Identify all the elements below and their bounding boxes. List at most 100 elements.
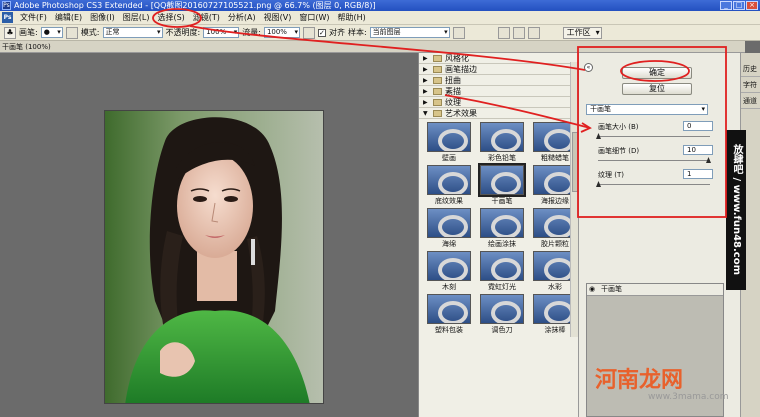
menu-file[interactable]: 文件(F) <box>16 11 51 25</box>
mode-label: 模式: <box>80 28 100 37</box>
align-checkbox[interactable]: ✓ <box>317 28 326 37</box>
title-bar: Ps Adobe Photoshop CS3 Extended - [QQ截图2… <box>0 0 760 11</box>
effect-layer-label: 干画笔 <box>601 285 622 293</box>
mode-select[interactable]: 正常 <box>102 27 163 38</box>
ok-button[interactable]: 确定 <box>622 67 692 79</box>
eye-icon[interactable]: ◉ <box>589 285 598 293</box>
filter-thumbnail-label: 塑料包装 <box>435 326 463 334</box>
expand-arrow-icon: ▶ <box>423 87 428 95</box>
reset-button[interactable]: 复位 <box>622 83 692 95</box>
filter-thumbnail[interactable]: 塑料包装 <box>424 294 474 335</box>
filter-preview-image <box>427 251 471 281</box>
ignore-adjustment-icon[interactable] <box>452 26 465 39</box>
folder-icon <box>433 76 442 84</box>
filter-thumbnail[interactable]: 绘画涂抹 <box>477 208 527 249</box>
menu-edit[interactable]: 编辑(E) <box>51 11 86 25</box>
filter-gallery: ▶ 风格化 ▶ 画笔描边 ▶ 扭曲 ▶ 素描 ▶ 纹理 ▼ 艺术效果 壁画 彩色铅笔 粗糙蜡笔底… <box>418 53 578 417</box>
filter-thumbnail-label: 壁画 <box>442 154 456 162</box>
brush-detail-input[interactable]: 10 <box>683 145 713 155</box>
workspace-button[interactable]: 工作区 <box>562 26 602 39</box>
menu-layer[interactable]: 图层(L) <box>119 11 154 25</box>
category-artistic[interactable]: ▼ 艺术效果 <box>419 108 578 119</box>
brush-detail-param: 画笔细节 (D) 10 <box>593 145 713 167</box>
maximize-button[interactable]: □ <box>733 1 745 10</box>
window-title: Adobe Photoshop CS3 Extended - [QQ截图2016… <box>14 1 376 10</box>
vertical-watermark: 放肆吧 / www.fun48.com <box>726 130 746 290</box>
category-brush-strokes[interactable]: ▶ 画笔描边 <box>419 64 578 75</box>
filter-thumbnail-label: 干画笔 <box>491 197 513 205</box>
palette-tab-channels[interactable]: 通道 <box>741 93 760 109</box>
opacity-input[interactable]: 100% <box>203 27 240 38</box>
filter-preview-image <box>480 294 524 324</box>
palette-well-icon-1[interactable] <box>497 26 510 39</box>
filter-thumbnail[interactable]: 木刻 <box>424 251 474 292</box>
palette-tab-character[interactable]: 字符 <box>741 77 760 93</box>
filter-thumbnail-label: 粗糙蜡笔 <box>541 154 569 162</box>
menu-window[interactable]: 窗口(W) <box>295 11 333 25</box>
filter-thumbnail[interactable]: 海绵 <box>424 208 474 249</box>
minimize-button[interactable]: _ <box>720 1 732 10</box>
effect-layer-row[interactable]: ◉ 干画笔 <box>587 284 723 296</box>
filter-preview-image <box>427 165 471 195</box>
filter-preview-image <box>427 122 471 152</box>
stamp-tool-icon[interactable]: ♣ <box>4 26 16 39</box>
category-sketch[interactable]: ▶ 素描 <box>419 86 578 97</box>
brush-size-slider[interactable] <box>598 136 710 137</box>
palette-well-icon-2[interactable] <box>512 26 525 39</box>
filter-thumbnail[interactable]: 壁画 <box>424 122 474 163</box>
airbrush-icon[interactable] <box>302 26 315 39</box>
filter-preview-image <box>478 163 526 197</box>
category-label: 纹理 <box>445 97 461 107</box>
category-label: 素描 <box>445 86 461 96</box>
brush-picker[interactable]: ● <box>40 27 63 38</box>
filter-preview-image <box>480 251 524 281</box>
palette-tab-history[interactable]: 历史 <box>741 61 760 77</box>
flow-input[interactable]: 100% <box>263 27 300 38</box>
filter-thumbnail[interactable]: 调色刀 <box>477 294 527 335</box>
filter-thumbnail-grid: 壁画 彩色铅笔 粗糙蜡笔 底纹效果 干画笔 海报边缘 海绵 绘画涂抹 胶片颗粒 木刻 霓虹灯光 水彩塑… <box>419 119 578 335</box>
close-button[interactable]: × <box>746 1 758 10</box>
category-label: 风格化 <box>445 53 469 63</box>
texture-slider[interactable] <box>598 184 710 185</box>
flow-label: 流量: <box>242 28 261 37</box>
filter-thumbnail[interactable]: 彩色铅笔 <box>477 122 527 163</box>
menu-help[interactable]: 帮助(H) <box>334 11 370 25</box>
texture-param: 纹理 (T) 1 <box>593 169 713 191</box>
filter-thumbnail-label: 木刻 <box>442 283 456 291</box>
expand-arrow-icon: ▶ <box>423 65 428 73</box>
folder-icon <box>433 54 442 62</box>
collapse-gallery-icon[interactable]: « <box>584 63 593 72</box>
menu-analysis[interactable]: 分析(A) <box>224 11 260 25</box>
filter-preview-image <box>427 208 471 238</box>
window-controls: _ □ × <box>720 1 758 10</box>
gallery-scrollbar[interactable] <box>570 62 578 337</box>
filter-select[interactable]: 干画笔 <box>586 104 708 115</box>
category-texture[interactable]: ▶ 纹理 <box>419 97 578 108</box>
brush-size-label: 画笔大小 (B) <box>598 123 639 131</box>
category-stylize[interactable]: ▶ 风格化 <box>419 53 578 64</box>
filter-thumbnail-label: 海绵 <box>442 240 456 248</box>
menu-filter[interactable]: 滤镜(T) <box>189 11 224 25</box>
menu-image[interactable]: 图像(I) <box>86 11 119 25</box>
filter-thumbnail[interactable]: 干画笔 <box>477 163 527 206</box>
filter-thumbnail[interactable]: 底纹效果 <box>424 165 474 206</box>
document-tab: 干画笔 (100%) <box>0 41 745 53</box>
menu-view[interactable]: 视图(V) <box>260 11 296 25</box>
filter-preview-image <box>427 294 471 324</box>
opacity-label: 不透明度: <box>165 28 201 37</box>
brush-panel-icon[interactable] <box>65 26 78 39</box>
brush-size-input[interactable]: 0 <box>683 121 713 131</box>
texture-input[interactable]: 1 <box>683 169 713 179</box>
brush-detail-slider[interactable] <box>598 160 710 161</box>
photoshop-app-icon: Ps <box>2 1 11 10</box>
category-distort[interactable]: ▶ 扭曲 <box>419 75 578 86</box>
canvas-area[interactable] <box>0 53 418 417</box>
filter-thumbnail[interactable]: 霓虹灯光 <box>477 251 527 292</box>
site-watermark: www.3mama.com <box>648 392 729 402</box>
sample-select[interactable]: 当前图层 <box>369 27 450 38</box>
category-label: 艺术效果 <box>445 108 477 118</box>
menu-select[interactable]: 选择(S) <box>153 11 188 25</box>
align-label: 对齐 <box>328 28 345 37</box>
category-label: 扭曲 <box>445 75 461 85</box>
palette-well-icon-3[interactable] <box>527 26 540 39</box>
